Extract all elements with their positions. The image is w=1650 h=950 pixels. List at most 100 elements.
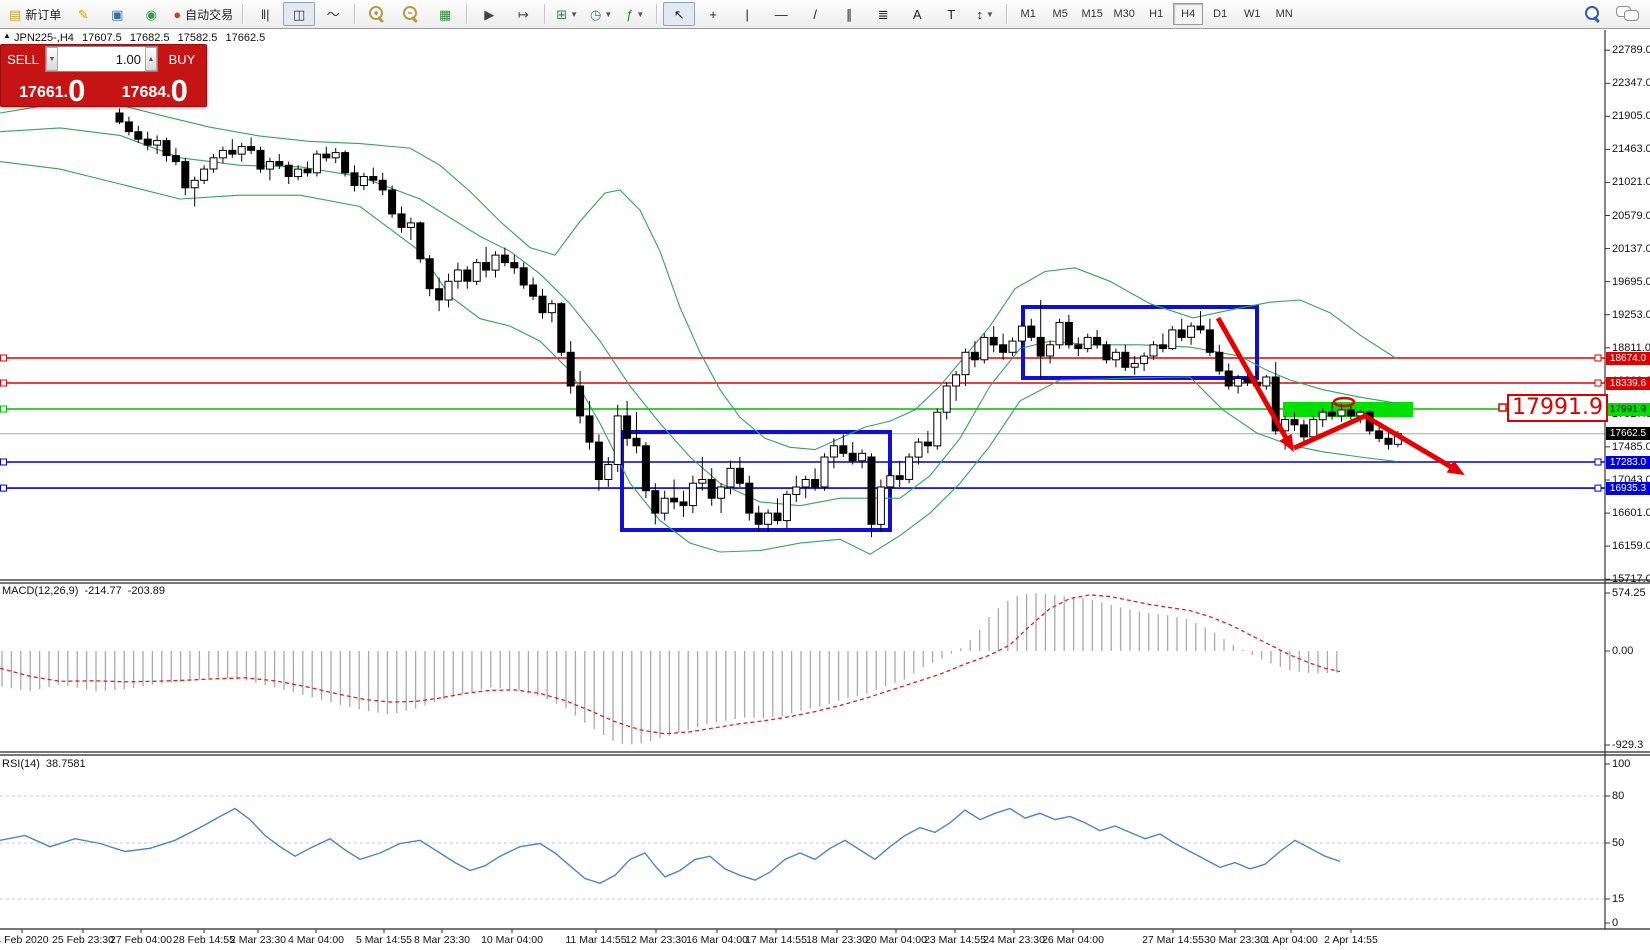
indicator-tick: 0.00	[1612, 645, 1650, 657]
zoom-out-button[interactable]: −	[395, 2, 427, 26]
time-tick: 27 Mar 14:55	[1142, 934, 1204, 946]
one-click-trading-panel: SELL ▼ ▲ BUY 17661.0 17684.0	[0, 44, 207, 107]
styles-button[interactable]: ✎	[67, 2, 99, 26]
alerts-button[interactable]: ◉	[135, 2, 167, 26]
chart-title: JPN225-,H4 17607.5 17682.5 17582.5 17662…	[14, 32, 270, 44]
toolbar-buttons: ▤新订单✎▣◉●自动交易‖|◫～+−▦▶↦⊞▼◷▼ƒ▼↖+|—/∥≣AT↕▼	[4, 0, 1012, 28]
indicator-tick: 0	[1612, 917, 1650, 929]
bar-chart-button[interactable]: ‖|	[249, 2, 281, 26]
price-tick: 19695.0	[1612, 276, 1650, 288]
buy-price[interactable]: 17684.0	[104, 73, 207, 107]
rsi-name: RSI(14)	[2, 758, 40, 770]
price-text-object[interactable]: 17991.9	[1507, 394, 1608, 422]
line-chart-button[interactable]: ～	[317, 2, 349, 26]
cursor-button[interactable]: ↖	[663, 2, 695, 26]
timeframe-h4[interactable]: H4	[1173, 3, 1203, 25]
price-tick: 20137.0	[1612, 243, 1650, 255]
price-line-badge: 16935.3	[1606, 482, 1650, 495]
indicators-button[interactable]: ƒ▼	[619, 2, 651, 26]
search-icon[interactable]	[1584, 5, 1602, 23]
volume-decrease-button[interactable]: ▼	[46, 47, 58, 71]
toolbar-separator	[656, 4, 658, 24]
time-tick: 20 Mar 04:00	[865, 934, 927, 946]
collapse-triangle-icon[interactable]: ▲	[3, 31, 11, 40]
indicator-tick: 100	[1612, 758, 1650, 770]
ohlc-close: 17662.5	[225, 32, 265, 44]
bollinger-upper	[0, 103, 1397, 450]
volume-input[interactable]	[58, 47, 145, 71]
crosshair-button[interactable]: +	[697, 2, 729, 26]
price-line-badge: 17991.9	[1606, 403, 1650, 416]
time-tick: 12 Mar 23:30	[625, 934, 687, 946]
price-tick: 16601.0	[1612, 507, 1650, 519]
toolbar-separator	[1006, 4, 1008, 24]
indicator-tick: 574.25	[1612, 587, 1650, 599]
macd-name: MACD(12,26,9)	[2, 585, 78, 597]
text-button[interactable]: A	[901, 2, 933, 26]
timeframe-w1[interactable]: W1	[1237, 3, 1267, 25]
terminal-button[interactable]: ▣	[101, 2, 133, 26]
candle-chart-button[interactable]: ◫	[283, 2, 315, 26]
time-tick: 23 Mar 14:55	[924, 934, 986, 946]
zoom-in-button[interactable]: +	[361, 2, 393, 26]
toolbar-separator	[544, 4, 546, 24]
timeframe-mn[interactable]: MN	[1269, 3, 1299, 25]
buy-price-big-digit: 0	[171, 75, 188, 106]
time-tick: 4 Feb 2020	[0, 934, 49, 946]
time-tick: 2 Mar 23:30	[230, 934, 286, 946]
arrows-button[interactable]: ↕▼	[969, 2, 1001, 26]
sell-price-main: 17661.	[19, 80, 68, 106]
timeframe-m5[interactable]: M5	[1045, 3, 1075, 25]
volume-increase-button[interactable]: ▲	[145, 47, 157, 71]
price-tick: 16159.0	[1612, 540, 1650, 552]
new-chart-button[interactable]: ⊞▼	[551, 2, 583, 26]
ohlc-open: 17607.5	[82, 32, 122, 44]
sell-price-big-digit: 0	[68, 75, 85, 106]
autotrading-button[interactable]: ●自动交易	[169, 2, 237, 26]
macd-label: MACD(12,26,9) -214.77 -203.89	[2, 585, 171, 597]
price-tick: 21021.0	[1612, 176, 1650, 188]
indicator-tick: 80	[1612, 790, 1650, 802]
timeframe-d1[interactable]: D1	[1205, 3, 1235, 25]
time-tick: 28 Feb 14:55	[173, 934, 235, 946]
price-tick: 20579.0	[1612, 210, 1650, 222]
buy-button[interactable]: BUY	[158, 45, 206, 73]
tile-windows-button[interactable]: ▦	[429, 2, 461, 26]
price-tick: 17485.0	[1612, 441, 1650, 453]
toolbar-separator	[242, 4, 244, 24]
time-tick: 25 Feb 23:30	[52, 934, 114, 946]
mt4-window: ▤新订单✎▣◉●自动交易‖|◫～+−▦▶↦⊞▼◷▼ƒ▼↖+|—/∥≣AT↕▼ M…	[0, 0, 1650, 950]
trendline-button[interactable]: /	[799, 2, 831, 26]
sell-price[interactable]: 17661.0	[1, 73, 104, 107]
sell-button[interactable]: SELL	[1, 45, 45, 73]
macd-main-value: -214.77	[84, 585, 121, 597]
time-tick: 10 Mar 04:00	[481, 934, 543, 946]
chat-icon[interactable]	[1616, 6, 1638, 22]
new-order-button[interactable]: ▤新订单	[5, 2, 65, 26]
price-tick: 21463.0	[1612, 143, 1650, 155]
timeframe-h1[interactable]: H1	[1141, 3, 1171, 25]
time-tick: 5 Mar 14:55	[356, 934, 412, 946]
timeframe-m30[interactable]: M30	[1109, 3, 1139, 25]
timeframe-buttons: M1M5M15M30H1H4D1W1MN	[1012, 3, 1300, 25]
time-tick: 17 Mar 14:55	[745, 934, 807, 946]
macd-signal-value: -203.89	[128, 585, 165, 597]
chart-canvas[interactable]	[0, 0, 1650, 950]
auto-scroll-button[interactable]: ▶	[473, 2, 505, 26]
time-tick: 8 Mar 23:30	[414, 934, 470, 946]
vline-button[interactable]: |	[731, 2, 763, 26]
time-tick: 16 Mar 04:00	[686, 934, 748, 946]
toolbar: ▤新订单✎▣◉●自动交易‖|◫～+−▦▶↦⊞▼◷▼ƒ▼↖+|—/∥≣AT↕▼ M…	[0, 0, 1650, 29]
hline-button[interactable]: —	[765, 2, 797, 26]
chart-shift-button[interactable]: ↦	[507, 2, 539, 26]
fibonacci-button[interactable]: ≣	[867, 2, 899, 26]
toolbar-separator	[354, 4, 356, 24]
price-line-badge: 18674.0	[1606, 352, 1650, 365]
price-tick: 21905.0	[1612, 110, 1650, 122]
periods-button[interactable]: ◷▼	[585, 2, 617, 26]
price-line-badge: 17283.0	[1606, 456, 1650, 469]
channel-button[interactable]: ∥	[833, 2, 865, 26]
timeframe-m1[interactable]: M1	[1013, 3, 1043, 25]
timeframe-m15[interactable]: M15	[1077, 3, 1107, 25]
text-label-button[interactable]: T	[935, 2, 967, 26]
